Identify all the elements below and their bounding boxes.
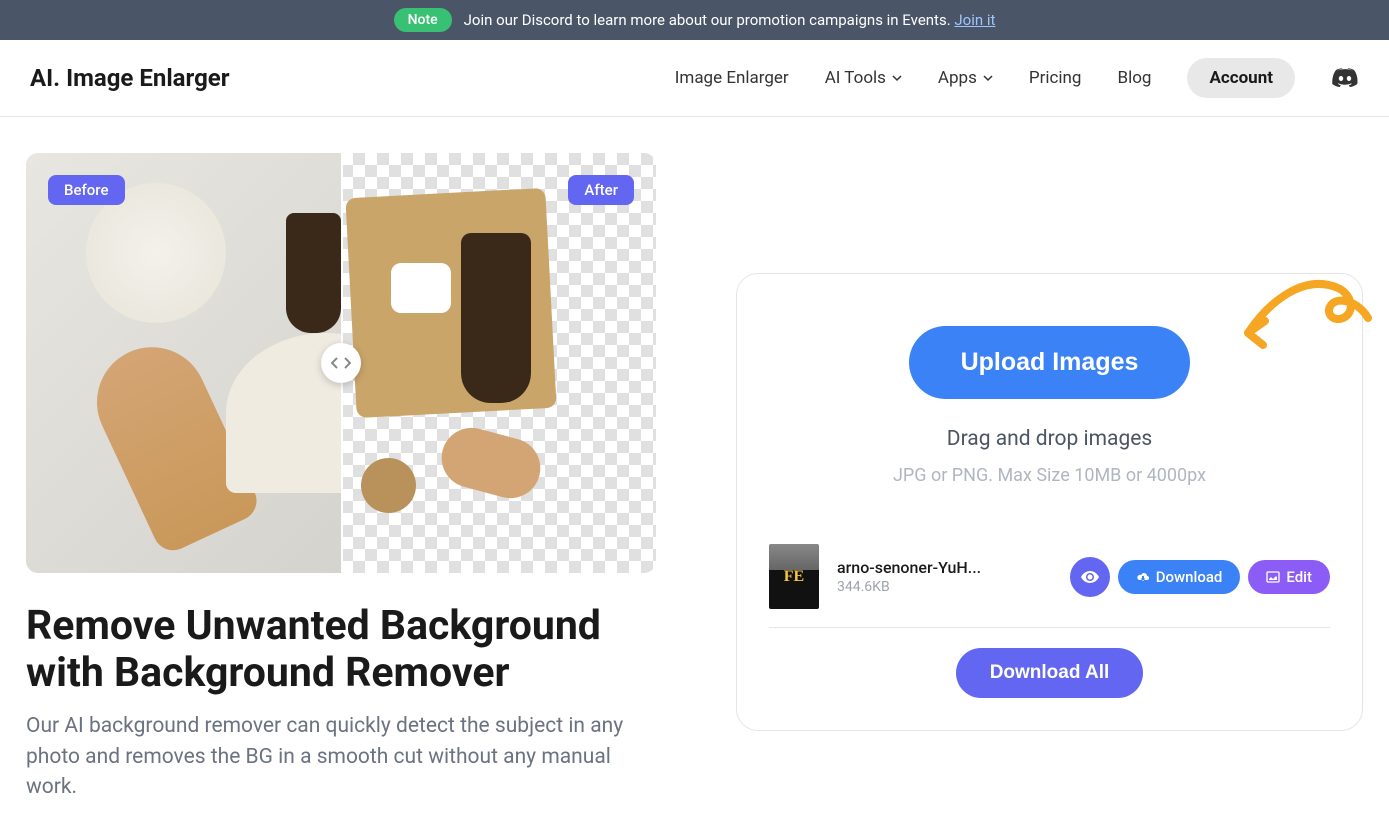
- image-edit-icon: [1266, 571, 1280, 583]
- cloud-download-icon: [1136, 570, 1150, 584]
- join-link[interactable]: Join it: [954, 11, 995, 29]
- download-all-button[interactable]: Download All: [956, 648, 1144, 698]
- before-badge: Before: [48, 175, 125, 205]
- after-image: [341, 153, 656, 573]
- note-badge: Note: [394, 8, 452, 32]
- after-badge: After: [568, 175, 634, 205]
- chevron-down-icon: [983, 73, 993, 83]
- chevron-down-icon: [892, 73, 902, 83]
- nav-menu: Image Enlarger AI Tools Apps Pricing Blo…: [675, 58, 1359, 98]
- page-subtext: Our AI background remover can quickly de…: [26, 711, 656, 802]
- file-row: FE arno-senoner-YuH... 344.6KB Download: [769, 526, 1330, 628]
- download-button[interactable]: Download: [1118, 560, 1241, 594]
- logo[interactable]: AI. Image Enlarger: [30, 64, 230, 92]
- account-button[interactable]: Account: [1187, 58, 1295, 98]
- before-image: [26, 153, 341, 573]
- edit-button[interactable]: Edit: [1248, 560, 1330, 594]
- spec-text: JPG or PNG. Max Size 10MB or 4000px: [769, 465, 1330, 486]
- right-section: Upload Images Drag and drop images JPG o…: [736, 153, 1363, 803]
- file-thumbnail[interactable]: FE: [769, 544, 819, 609]
- nav-pricing[interactable]: Pricing: [1029, 68, 1082, 88]
- nav-ai-tools[interactable]: AI Tools: [825, 68, 902, 88]
- preview-button[interactable]: [1070, 557, 1110, 597]
- comparison-handle[interactable]: [321, 343, 361, 383]
- comparison-image[interactable]: Before After: [26, 153, 656, 573]
- arrow-decoration-icon: [1243, 263, 1373, 363]
- nav-apps[interactable]: Apps: [938, 68, 993, 88]
- discord-icon[interactable]: [1331, 68, 1359, 88]
- upload-button[interactable]: Upload Images: [909, 326, 1191, 399]
- main-content: Before After Remove Unwanted Background …: [0, 117, 1389, 839]
- nav-header: AI. Image Enlarger Image Enlarger AI Too…: [0, 40, 1389, 117]
- file-actions: Download Edit: [1070, 557, 1330, 597]
- file-name: arno-senoner-YuH...: [837, 558, 1052, 577]
- nav-image-enlarger[interactable]: Image Enlarger: [675, 68, 789, 88]
- page-headline: Remove Unwanted Background with Backgrou…: [26, 603, 656, 697]
- eye-icon: [1081, 571, 1099, 583]
- drop-text: Drag and drop images: [769, 427, 1330, 451]
- banner-text: Join our Discord to learn more about our…: [464, 11, 996, 29]
- file-size: 344.6KB: [837, 579, 1052, 595]
- promo-banner: Note Join our Discord to learn more abou…: [0, 0, 1389, 40]
- left-section: Before After Remove Unwanted Background …: [26, 153, 656, 803]
- file-info: arno-senoner-YuH... 344.6KB: [837, 558, 1052, 595]
- nav-blog[interactable]: Blog: [1117, 68, 1151, 88]
